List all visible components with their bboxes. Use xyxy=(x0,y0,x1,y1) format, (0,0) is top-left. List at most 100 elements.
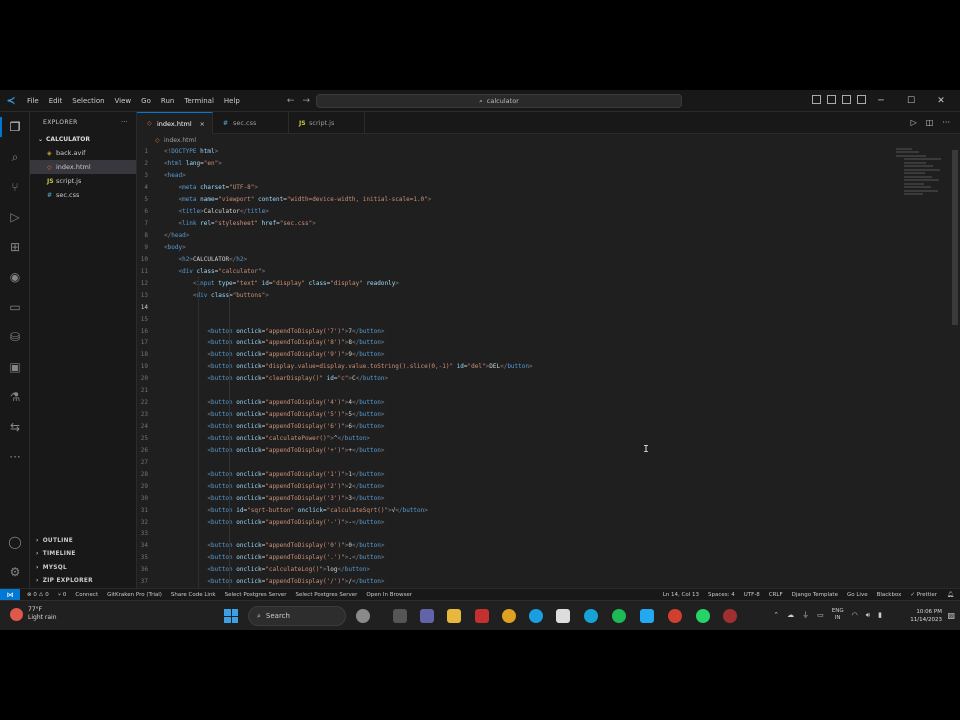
remote-explorer-icon[interactable]: ▭ xyxy=(7,299,23,315)
tab-sec-css[interactable]: # sec.css xyxy=(213,112,289,134)
windows-taskbar: 77°F Light rain ⌕ Search ⌃ ☁ ⏚ ▭ ENG IN … xyxy=(0,600,960,630)
search-icon[interactable]: ⌕ xyxy=(7,149,23,165)
status-right-item[interactable]: Ln 14, Col 13 xyxy=(663,592,699,598)
status-right-item[interactable]: Blackbox xyxy=(877,592,902,598)
explorer-icon[interactable]: ❐ xyxy=(7,119,23,135)
code-line: 31 <button id="sqrt-button" onclick="cal… xyxy=(137,504,947,516)
task-view-icon[interactable] xyxy=(393,609,407,623)
scrollbar-thumb[interactable] xyxy=(952,150,958,325)
weather-widget[interactable]: 77°F Light rain xyxy=(10,606,57,622)
notification-icon[interactable]: ▨ xyxy=(947,611,955,620)
menu-item-view[interactable]: View xyxy=(110,97,137,105)
code-editor[interactable]: 1 <!DOCTYPE html> 2 <html lang="en"> 3 <head>… xyxy=(137,146,947,588)
bell-icon[interactable]: 🔔︎ xyxy=(947,592,960,598)
more-actions-icon[interactable]: ··· xyxy=(121,119,128,126)
status-left-item[interactable]: GitKraken Pro (Trial) xyxy=(107,592,162,598)
minimap[interactable] xyxy=(896,146,941,206)
store-icon[interactable] xyxy=(556,609,570,623)
menu-item-edit[interactable]: Edit xyxy=(44,97,68,105)
status-left-item[interactable]: Select Postgres Server xyxy=(225,592,287,598)
run-debug-icon[interactable]: ▷ xyxy=(7,209,23,225)
account-icon[interactable]: ◯ xyxy=(7,534,23,550)
status-right-item[interactable]: UTF-8 xyxy=(744,592,760,598)
toggle-panel-icon[interactable] xyxy=(827,95,836,104)
mcafee-icon[interactable] xyxy=(475,609,489,623)
testing-icon[interactable]: ⚗ xyxy=(7,389,23,405)
status-left-item[interactable]: ⑂ 0 xyxy=(58,592,67,598)
customize-layout-icon[interactable] xyxy=(857,95,866,104)
app-icon[interactable] xyxy=(723,609,737,623)
menu-item-selection[interactable]: Selection xyxy=(67,97,109,105)
extensions-icon[interactable]: ⊞ xyxy=(7,239,23,255)
remote-icon[interactable]: ⋈ xyxy=(0,588,20,601)
close-icon[interactable]: ✕ xyxy=(926,96,956,106)
database-icon[interactable]: ⛁ xyxy=(7,329,23,345)
folder-calculator[interactable]: ⌄ CALCULATOR xyxy=(30,132,136,146)
command-center-search[interactable]: ⌕ calculator xyxy=(316,94,682,108)
status-right-item[interactable]: Django Template xyxy=(792,592,838,598)
source-control-icon[interactable]: ⑂ xyxy=(7,179,23,195)
cortana-icon[interactable] xyxy=(584,609,598,623)
maximize-icon[interactable]: ☐ xyxy=(896,96,926,106)
status-left-item[interactable]: Share Code Link xyxy=(171,592,216,598)
live-share-icon[interactable]: ⇆ xyxy=(7,419,23,435)
file-explorer-icon[interactable] xyxy=(447,609,461,623)
close-tab-icon[interactable]: × xyxy=(200,120,205,128)
status-left-item[interactable]: Connect xyxy=(75,592,98,598)
tab-index-html[interactable]: ◇ index.html × xyxy=(137,112,213,134)
menu-item-terminal[interactable]: Terminal xyxy=(179,97,219,105)
split-editor-icon[interactable]: ◫ xyxy=(926,118,934,127)
chrome-profile-icon[interactable] xyxy=(668,609,682,623)
status-right-item[interactable]: Spaces: 4 xyxy=(708,592,735,598)
editor-scrollbar[interactable] xyxy=(950,146,960,588)
edge-icon[interactable] xyxy=(529,609,543,623)
spotify-icon[interactable] xyxy=(612,609,626,623)
breadcrumb-file[interactable]: index.html xyxy=(164,137,196,144)
teams-icon[interactable] xyxy=(420,609,434,623)
status-right-item[interactable]: CRLF xyxy=(769,592,783,598)
section-mysql[interactable]: › MYSQL xyxy=(30,561,137,575)
arrow-left-icon[interactable]: ← xyxy=(287,96,303,106)
vscode-taskbar-icon[interactable] xyxy=(640,609,654,623)
cloud-icon[interactable]: ☁ xyxy=(787,611,794,619)
language-indicator[interactable]: ENG IN xyxy=(832,608,844,622)
file-item[interactable]: ◇ index.html xyxy=(30,160,136,174)
status-right-item[interactable]: Go Live xyxy=(847,592,868,598)
power-icon[interactable]: ▮ xyxy=(878,611,882,619)
volume-icon[interactable]: 🔊︎ xyxy=(866,611,870,620)
section-outline[interactable]: › OUTLINE xyxy=(30,534,137,548)
taskbar-search[interactable]: ⌕ Search xyxy=(248,606,346,626)
menu-item-go[interactable]: Go xyxy=(136,97,156,105)
toggle-sidebar-icon[interactable] xyxy=(812,95,821,104)
menu-item-help[interactable]: Help xyxy=(219,97,245,105)
usb-icon[interactable]: ⏚ xyxy=(802,610,809,620)
menu-item-run[interactable]: Run xyxy=(156,97,179,105)
tab-script-js[interactable]: JS script.js xyxy=(289,112,365,134)
more-icon[interactable]: ··· xyxy=(7,449,23,465)
section-timeline[interactable]: › TIMELINE xyxy=(30,548,137,562)
chevron-up-icon[interactable]: ⌃ xyxy=(773,611,779,619)
chrome-icon[interactable] xyxy=(502,609,516,623)
status-left-item[interactable]: ⊗ 0 ⚠ 0 xyxy=(27,592,49,598)
gear-icon[interactable]: ⚙ xyxy=(7,564,23,580)
status-right-item[interactable]: ✓ Prettier xyxy=(910,592,937,598)
menu-item-file[interactable]: File xyxy=(22,97,44,105)
file-item[interactable]: JS script.js xyxy=(30,174,136,188)
windows-start-icon[interactable] xyxy=(224,609,238,623)
toggle-secondary-sidebar-icon[interactable] xyxy=(842,95,851,104)
gitkraken-icon[interactable]: ◉ xyxy=(7,269,23,285)
run-icon[interactable]: ▷ xyxy=(911,118,917,127)
clock[interactable]: 10:06 PM 11/14/2023 xyxy=(910,608,942,624)
widgets-icon[interactable] xyxy=(356,609,370,623)
more-actions-icon[interactable]: ··· xyxy=(942,118,950,127)
docker-icon[interactable]: ▣ xyxy=(7,359,23,375)
file-item[interactable]: ◈ back.avif xyxy=(30,146,136,160)
whatsapp-icon[interactable] xyxy=(696,609,710,623)
wifi-icon[interactable]: ◠ xyxy=(852,611,858,619)
minimize-icon[interactable]: ─ xyxy=(866,96,896,106)
section-zip-explorer[interactable]: › ZIP EXPLORER xyxy=(30,575,137,589)
battery-icon[interactable]: ▭ xyxy=(817,611,824,619)
status-left-item[interactable]: Select Postgres Server xyxy=(296,592,358,598)
file-item[interactable]: # sec.css xyxy=(30,188,136,202)
status-left-item[interactable]: Open In Browser xyxy=(366,592,412,598)
